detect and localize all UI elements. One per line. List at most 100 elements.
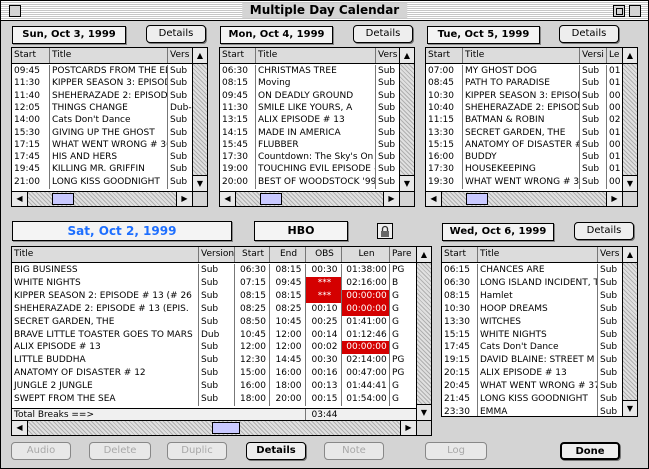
day3-row[interactable]: 19:30 WHAT WENT WRONG # 36 Sub 00 <box>426 175 622 189</box>
collapse-box-icon[interactable] <box>629 5 641 17</box>
day2-vertical-scrollbar[interactable]: ▲ ▼ <box>399 48 414 191</box>
scroll-right-arrow-icon[interactable]: ▶ <box>606 192 622 206</box>
day2-row[interactable]: 14:15 MADE IN AMERICA Sub <box>220 126 399 140</box>
zoom-box-icon[interactable] <box>613 5 625 17</box>
day2-row[interactable]: 06:30 CHRISTMAS TREE Sub <box>220 65 399 78</box>
day1-column-header[interactable]: Vers <box>167 48 192 63</box>
day3-row[interactable]: 08:45 PATH TO PARADISE Sub 01 <box>426 77 622 91</box>
day2-schedule-list[interactable]: Start Title Vers 06:30 CHRISTMAS TREE Sub 08:1… <box>219 47 415 207</box>
day2-row[interactable]: 08:15 Moving Sub <box>220 77 399 91</box>
day1-row[interactable]: 15:30 GIVING UP THE GHOST Sub <box>12 126 192 140</box>
day5-row[interactable]: 19:15 DAVID BLAINE: STREET M Sub <box>442 354 622 368</box>
day3-row[interactable]: 10:40 SHEHERAZADE 2: EPISODE Sub 00 <box>426 101 622 115</box>
day3-details-button[interactable]: Details <box>559 25 619 43</box>
day3-row[interactable]: 16:00 BUDDY Sub 01 <box>426 151 622 165</box>
day1-schedule-list[interactable]: StartTitleVers 09:45 POSTCARDS FROM THE ED… <box>11 47 208 207</box>
main-table-row[interactable]: SHEHERAZADE 2: EPISODE # 13 (EPIS. Sub 08:… <box>12 302 416 316</box>
day3-vertical-scrollbar[interactable]: ▲ ▼ <box>622 48 637 191</box>
scroll-down-arrow-icon[interactable]: ▼ <box>417 404 431 420</box>
day1-row[interactable]: 14:00 Cats Don't Dance Sub <box>12 114 192 128</box>
day2-row[interactable]: 17:30 Countdown: The Sky's On Sub <box>220 151 399 165</box>
day3-column-header[interactable]: Versi <box>579 48 606 63</box>
main-column-header[interactable]: End <box>269 247 305 262</box>
main-vertical-scrollbar[interactable]: ▲ ▼ <box>416 247 431 420</box>
main-table-row[interactable]: JUNGLE 2 JUNGLE Sub 16:00 18:00 00:13 01:44:4… <box>12 380 416 394</box>
main-table-row[interactable]: ALIX EPISODE # 13 Sub 12:00 12:00 00:02 00:00… <box>12 341 416 355</box>
day2-column-header[interactable]: Start <box>220 48 255 63</box>
day1-horizontal-scrollbar[interactable]: ◀ ▶ <box>12 191 192 206</box>
scroll-left-arrow-icon[interactable]: ◀ <box>12 192 28 206</box>
day5-column-header[interactable]: Start <box>442 247 477 262</box>
day1-row[interactable]: 11:30 KIPPER SEASON 3: EPISODE Sub <box>12 77 192 91</box>
scroll-track[interactable] <box>28 192 176 206</box>
main-table-row[interactable]: KIPPER SEASON 2: EPISODE # 13 (# 26 Sub 08… <box>12 289 416 303</box>
scroll-left-arrow-icon[interactable]: ◀ <box>220 192 236 206</box>
main-table-row[interactable]: BIG BUSINESS Sub 06:30 08:15 00:30 01:38:00 PG <box>12 264 416 277</box>
day5-row[interactable]: 20:45 WHAT WENT WRONG # 37 Sub <box>442 380 622 394</box>
day3-row[interactable]: 13:30 SECRET GARDEN, THE Sub 01 <box>426 126 622 140</box>
scroll-left-arrow-icon[interactable]: ◀ <box>426 192 442 206</box>
scroll-track[interactable] <box>417 263 431 404</box>
day3-row[interactable]: 11:15 BATMAN & ROBIN Sub 02 <box>426 114 622 128</box>
day2-row[interactable]: 11:30 SMILE LIKE YOURS, A Sub <box>220 101 399 115</box>
details-button[interactable]: Details <box>246 442 306 460</box>
main-column-header[interactable]: Start <box>234 247 269 262</box>
scroll-up-arrow-icon[interactable]: ▲ <box>417 247 431 263</box>
main-table-row[interactable]: BRAVE LITTLE TOASTER GOES TO MARS Dub 10:4… <box>12 328 416 342</box>
day3-horizontal-scrollbar[interactable]: ◀ ▶ <box>426 191 622 206</box>
main-column-header[interactable]: Title <box>12 247 198 262</box>
day5-row[interactable]: 06:30 LONG ISLAND INCIDENT, T Sub <box>442 276 622 290</box>
main-table-row[interactable]: SECRET GARDEN, THE Sub 08:50 10:45 00:25 01:4… <box>12 315 416 329</box>
duplicate-button[interactable]: Duplic <box>167 442 227 460</box>
main-schedule-table[interactable]: Title Version Start End OBS Len Pare BIG BUSINE… <box>11 246 432 436</box>
scroll-right-arrow-icon[interactable]: ▶ <box>176 192 192 206</box>
scroll-up-arrow-icon[interactable]: ▲ <box>623 48 637 64</box>
main-column-header[interactable]: Len <box>341 247 389 262</box>
day5-row[interactable]: 08:15 Hamlet Sub <box>442 289 622 303</box>
day2-row[interactable]: 19:00 TOUCHING EVIL EPISODE # Sub <box>220 163 399 177</box>
day2-row[interactable]: 20:00 BEST OF WOODSTOCK '99 Sub <box>220 175 399 189</box>
day1-row[interactable]: 17:45 HIS AND HERS Sub <box>12 151 192 165</box>
day3-row[interactable]: 07:00 MY GHOST DOG Sub 01 <box>426 65 622 78</box>
day3-column-header[interactable]: Start <box>426 48 462 63</box>
day2-row[interactable]: 15:45 FLUBBER Sub <box>220 138 399 152</box>
scroll-up-arrow-icon[interactable]: ▲ <box>400 48 414 64</box>
day5-row[interactable]: 21:45 LONG KISS GOODNIGHT Sub <box>442 393 622 406</box>
day1-column-header[interactable]: Start <box>12 48 49 63</box>
day1-row[interactable]: 21:00 LONG KISS GOODNIGHT Sub <box>12 175 192 189</box>
main-table-row[interactable]: LITTLE BUDDHA Sub 12:30 14:45 00:30 02:14:00 P… <box>12 354 416 368</box>
day1-column-header[interactable]: Title <box>49 48 167 63</box>
delete-button[interactable]: Delete <box>89 442 151 460</box>
day1-details-button[interactable]: Details <box>146 25 206 43</box>
day5-details-button[interactable]: Details <box>574 222 634 240</box>
scroll-track[interactable] <box>193 64 207 175</box>
day5-row[interactable]: 13:30 WITCHES Sub <box>442 315 622 329</box>
day1-row[interactable]: 12:05 THINGS CHANGE Dub- <box>12 101 192 115</box>
day3-row[interactable]: 17:30 HOUSEKEEPING Sub 01 <box>426 163 622 177</box>
log-button[interactable]: Log <box>425 442 487 460</box>
day2-details-button[interactable]: Details <box>353 25 413 43</box>
scroll-down-arrow-icon[interactable]: ▼ <box>193 175 207 191</box>
scroll-up-arrow-icon[interactable]: ▲ <box>193 48 207 64</box>
main-table-row[interactable]: SWEPT FROM THE SEA Sub 18:00 20:00 00:15 01:5… <box>12 393 416 406</box>
scroll-down-arrow-icon[interactable]: ▼ <box>623 175 637 191</box>
day2-column-header[interactable]: Title <box>255 48 375 63</box>
scroll-right-arrow-icon[interactable]: ▶ <box>400 421 416 435</box>
scroll-down-arrow-icon[interactable]: ▼ <box>400 175 414 191</box>
scroll-up-arrow-icon[interactable]: ▲ <box>623 247 637 263</box>
day2-row[interactable]: 13:15 ALIX EPISODE # 13 Sub <box>220 114 399 128</box>
day3-column-header[interactable]: Title <box>462 48 579 63</box>
main-column-header[interactable]: OBS <box>305 247 341 262</box>
day5-row[interactable]: 23:30 EMMA Sub <box>442 405 622 416</box>
day5-row[interactable]: 17:45 Cats Don't Dance Sub <box>442 341 622 355</box>
day5-column-header[interactable]: Vers <box>597 247 622 262</box>
scroll-right-arrow-icon[interactable]: ▶ <box>383 192 399 206</box>
day5-vertical-scrollbar[interactable]: ▲ ▼ <box>622 247 637 416</box>
day2-column-header[interactable]: Vers <box>375 48 399 63</box>
day5-row[interactable]: 20:15 ALIX EPISODE # 13 Sub <box>442 367 622 381</box>
day2-horizontal-scrollbar[interactable]: ◀ ▶ <box>220 191 399 206</box>
scroll-thumb[interactable] <box>260 193 282 205</box>
title-bar[interactable]: Multiple Day Calendar <box>1 1 648 21</box>
lock-icon[interactable] <box>377 223 393 239</box>
day1-row[interactable]: 09:45 POSTCARDS FROM THE EDGESub <box>12 65 192 78</box>
